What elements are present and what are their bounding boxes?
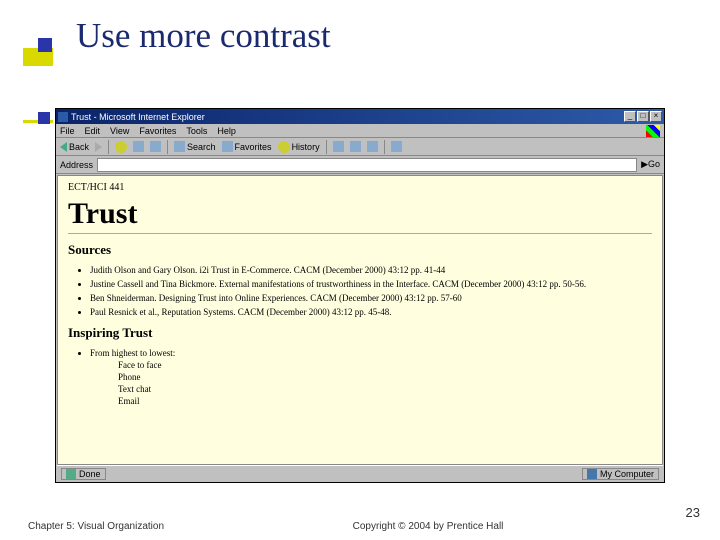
toolbar: Back Search Favorites History xyxy=(56,138,664,156)
status-left: Done xyxy=(61,468,106,480)
favorites-button[interactable]: Favorites xyxy=(222,141,272,152)
menu-tools[interactable]: Tools xyxy=(186,126,207,136)
sources-list: Judith Olson and Gary Olson. i2i Trust i… xyxy=(90,264,652,319)
breadcrumb: ECT/HCI 441 xyxy=(68,182,652,193)
arrow-left-icon xyxy=(60,142,67,152)
back-button[interactable]: Back xyxy=(60,142,89,152)
sub-item: Text chat xyxy=(118,383,652,395)
maximize-button[interactable]: □ xyxy=(637,111,649,122)
minimize-button[interactable]: _ xyxy=(624,111,636,122)
menu-help[interactable]: Help xyxy=(217,126,236,136)
browser-window: Trust - Microsoft Internet Explorer _ □ … xyxy=(55,108,665,483)
menu-file[interactable]: File xyxy=(60,126,75,136)
edit-icon[interactable] xyxy=(367,141,378,152)
inspiring-list: From highest to lowest: Face to face Pho… xyxy=(90,347,652,408)
heading-inspiring-trust: Inspiring Trust xyxy=(68,325,652,341)
sub-item: Face to face xyxy=(118,359,652,371)
window-title-text: Trust - Microsoft Internet Explorer xyxy=(71,112,205,122)
forward-button[interactable] xyxy=(95,142,102,152)
divider xyxy=(68,233,652,234)
list-item: Ben Shneiderman. Designing Trust into On… xyxy=(90,292,652,304)
history-icon xyxy=(278,141,290,153)
page-number: 23 xyxy=(686,505,700,520)
address-label: Address xyxy=(60,160,93,170)
list-item: Judith Olson and Gary Olson. i2i Trust i… xyxy=(90,264,652,276)
page-heading-trust: Trust xyxy=(68,197,652,231)
close-button[interactable]: × xyxy=(650,111,662,122)
refresh-icon[interactable] xyxy=(133,141,144,152)
slide-accent-cube xyxy=(38,112,50,124)
status-bar: Done My Computer xyxy=(57,465,663,481)
go-button[interactable]: ▶Go xyxy=(641,159,660,170)
menu-bar: File Edit View Favorites Tools Help xyxy=(56,124,664,138)
slide-footer: Chapter 5: Visual Organization Copyright… xyxy=(0,521,720,532)
list-item: Paul Resnick et al., Reputation Systems.… xyxy=(90,306,652,318)
arrow-right-icon xyxy=(95,142,102,152)
ie-icon xyxy=(58,112,68,122)
status-right: My Computer xyxy=(582,468,659,480)
footer-center: Copyright © 2004 by Prentice Hall xyxy=(353,521,504,532)
address-bar: Address ▶Go xyxy=(56,156,664,174)
menu-edit[interactable]: Edit xyxy=(85,126,101,136)
home-icon[interactable] xyxy=(150,141,161,152)
sub-item: Email xyxy=(118,395,652,407)
history-button[interactable]: History xyxy=(278,141,320,153)
page-viewport[interactable]: ECT/HCI 441 Trust Sources Judith Olson a… xyxy=(57,175,663,465)
heading-sources: Sources xyxy=(68,242,652,258)
slide-accent-square xyxy=(38,38,52,52)
menu-view[interactable]: View xyxy=(110,126,129,136)
search-button[interactable]: Search xyxy=(174,141,216,152)
list-item: Justine Cassell and Tina Bickmore. Exter… xyxy=(90,278,652,290)
done-icon xyxy=(66,469,76,479)
window-titlebar[interactable]: Trust - Microsoft Internet Explorer _ □ … xyxy=(56,109,664,124)
menu-favorites[interactable]: Favorites xyxy=(139,126,176,136)
discuss-icon[interactable] xyxy=(391,141,402,152)
mail-icon[interactable] xyxy=(333,141,344,152)
stop-icon[interactable] xyxy=(115,141,127,153)
computer-icon xyxy=(587,469,597,479)
print-icon[interactable] xyxy=(350,141,361,152)
sub-item: Phone xyxy=(118,371,652,383)
windows-logo-icon xyxy=(646,125,660,137)
address-input[interactable] xyxy=(97,158,637,172)
favorites-icon xyxy=(222,141,233,152)
slide-title: Use more contrast xyxy=(76,16,331,56)
footer-left: Chapter 5: Visual Organization xyxy=(28,521,164,532)
search-icon xyxy=(174,141,185,152)
list-item: From highest to lowest: Face to face Pho… xyxy=(90,347,652,408)
